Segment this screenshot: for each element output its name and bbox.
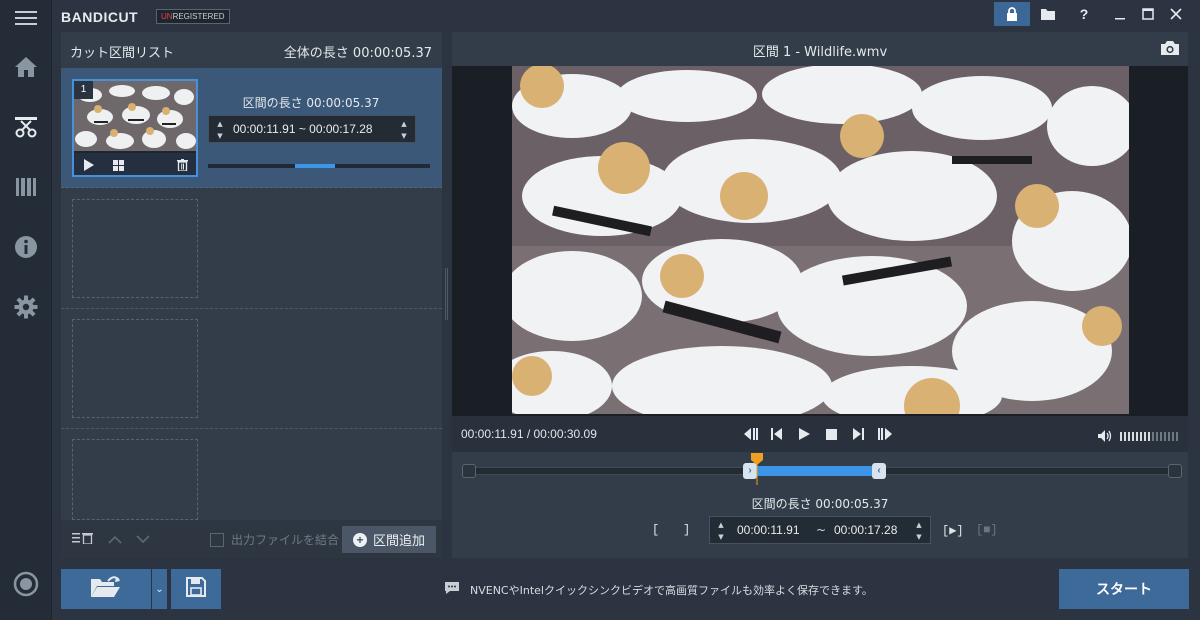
stop-icon[interactable] [823, 426, 839, 442]
timeline-start-handle[interactable] [462, 464, 476, 478]
play-range-button[interactable]: [▶] [942, 523, 964, 538]
save-icon [186, 577, 206, 601]
help-button[interactable]: ? [1066, 2, 1102, 26]
cut-list-title: カット区間リスト [70, 46, 175, 61]
start-down-icon[interactable]: ▼ [210, 129, 230, 142]
playhead[interactable] [751, 453, 763, 485]
preview-title: 区間 1 - Wildlife.wmv [752, 45, 888, 60]
delete-all-icon[interactable] [72, 532, 94, 548]
title-bar: BANDICUT UNREGISTERED ? [52, 0, 1200, 32]
settings-icon[interactable] [10, 291, 42, 323]
film-join-icon[interactable] [10, 171, 42, 203]
unregistered-badge: UNREGISTERED [156, 9, 230, 24]
open-dropdown-chevron-icon[interactable]: ⌄ [152, 569, 167, 609]
merge-checkbox[interactable] [210, 532, 224, 547]
merge-label: 出力ファイルを結合 [231, 533, 340, 547]
selected-range[interactable] [745, 466, 880, 476]
app-logo: BANDICUT [61, 9, 139, 25]
bandicut-window: BANDICUT UNREGISTERED ? カット区間リスト 全体の長さ 0… [0, 0, 1200, 620]
range-start-down-icon[interactable]: ▼ [711, 530, 731, 543]
next-frame-icon[interactable] [850, 426, 866, 442]
segment-thumbnail[interactable]: 1 [72, 79, 198, 177]
start-button[interactable]: スタート [1059, 569, 1189, 609]
play-icon[interactable] [796, 426, 812, 442]
tip-text: NVENCやIntelクイックシンクビデオで高画質ファイルも効率よく保存できます… [470, 583, 873, 597]
sidebar [0, 0, 52, 620]
open-folder-icon [90, 575, 122, 603]
range-length: 区間の長さ 00:00:05.37 [751, 497, 889, 511]
empty-segment-slot [61, 189, 442, 309]
close-icon[interactable] [1158, 2, 1194, 26]
segment-position-fill [295, 164, 335, 168]
empty-segment-slot [61, 309, 442, 429]
range-separator: ~ [816, 523, 827, 537]
info-icon[interactable] [10, 231, 42, 263]
segment-length: 区間の長さ 00:00:05.37 [242, 96, 380, 110]
add-segment-button[interactable]: + 区間追加 [342, 526, 436, 553]
save-project-button[interactable] [171, 569, 221, 609]
snapshot-camera-icon[interactable] [1160, 40, 1180, 60]
segment-number: 1 [74, 81, 93, 99]
volume-icon[interactable] [1098, 427, 1114, 446]
home-icon[interactable] [10, 51, 42, 83]
end-down-icon[interactable]: ▼ [394, 129, 414, 142]
open-file-button[interactable] [61, 569, 151, 609]
cut-list-panel: カット区間リスト 全体の長さ 00:00:05.37 1 区間の長さ 00:00… [61, 32, 442, 558]
range-start-input[interactable]: 00:00:11.91 [737, 523, 800, 537]
preview-panel: 区間 1 - Wildlife.wmv 00:00:11.91 / 00:00:… [452, 32, 1188, 558]
move-up-icon[interactable] [108, 533, 122, 548]
video-frame [512, 66, 1129, 414]
set-start-button[interactable]: [ [652, 523, 659, 537]
cut-list-header: カット区間リスト 全体の長さ 00:00:05.37 [61, 32, 442, 67]
record-icon[interactable] [10, 568, 42, 600]
stop-range-icon[interactable]: [■] [976, 523, 998, 537]
play-segment-icon[interactable] [82, 158, 96, 172]
cut-icon[interactable] [10, 111, 42, 143]
segment-range-text[interactable]: 00:00:11.91 ~ 00:00:17.28 [233, 122, 373, 136]
segment-position-bar [208, 164, 430, 168]
segment-item[interactable]: 1 区間の長さ 00:00:05.37 ▲ ▼ 00:00:11.91 ~ 00… [61, 68, 442, 188]
move-down-icon[interactable] [136, 533, 150, 548]
empty-segment-slot [61, 429, 442, 520]
next-segment-icon[interactable] [877, 426, 893, 442]
prev-segment-icon[interactable] [742, 426, 758, 442]
bottom-bar: ⌄ NVENCやIntelクイックシンクビデオで高画質ファイルも効率よく保存でき… [52, 558, 1200, 620]
set-end-button[interactable]: ] [683, 523, 690, 537]
segment-time-range[interactable]: ▲ ▼ 00:00:11.91 ~ 00:00:17.28 ▲ ▼ [208, 115, 416, 143]
timeline[interactable]: › ‹ [462, 453, 1182, 485]
plus-icon: + [352, 532, 367, 547]
prev-frame-icon[interactable] [769, 426, 785, 442]
range-end-down-icon[interactable]: ▼ [909, 530, 929, 543]
panel-splitter[interactable] [445, 268, 448, 320]
timeline-end-handle[interactable] [1168, 464, 1182, 478]
thumbnail-toolbar [74, 153, 196, 175]
chat-tip-icon [444, 581, 460, 598]
volume-slider[interactable] [1120, 432, 1178, 441]
range-end-handle[interactable]: ‹ [872, 463, 886, 479]
total-length: 全体の長さ 00:00:05.37 [283, 46, 432, 61]
current-time: 00:00:11.91 / 00:00:30.09 [461, 427, 597, 441]
playback-controls: 00:00:11.91 / 00:00:30.09 [452, 416, 1188, 452]
cut-list-footer: 出力ファイルを結合 + 区間追加 [61, 520, 442, 558]
grid-icon[interactable] [111, 158, 125, 172]
lock-icon[interactable] [994, 2, 1030, 26]
delete-segment-icon[interactable] [175, 158, 189, 172]
range-end-input[interactable]: 00:00:17.28 [834, 523, 897, 537]
folder-icon[interactable] [1030, 2, 1066, 26]
menu-icon[interactable] [10, 2, 42, 34]
merge-output-option[interactable]: 出力ファイルを結合 [210, 531, 339, 548]
video-area[interactable] [452, 66, 1188, 416]
tip-message: NVENCやIntelクイックシンクビデオで高画質ファイルも効率よく保存できます… [444, 581, 873, 598]
range-time-inputs[interactable]: ▲ ▼ 00:00:11.91 ~ 00:00:17.28 ▲ ▼ [709, 516, 931, 544]
